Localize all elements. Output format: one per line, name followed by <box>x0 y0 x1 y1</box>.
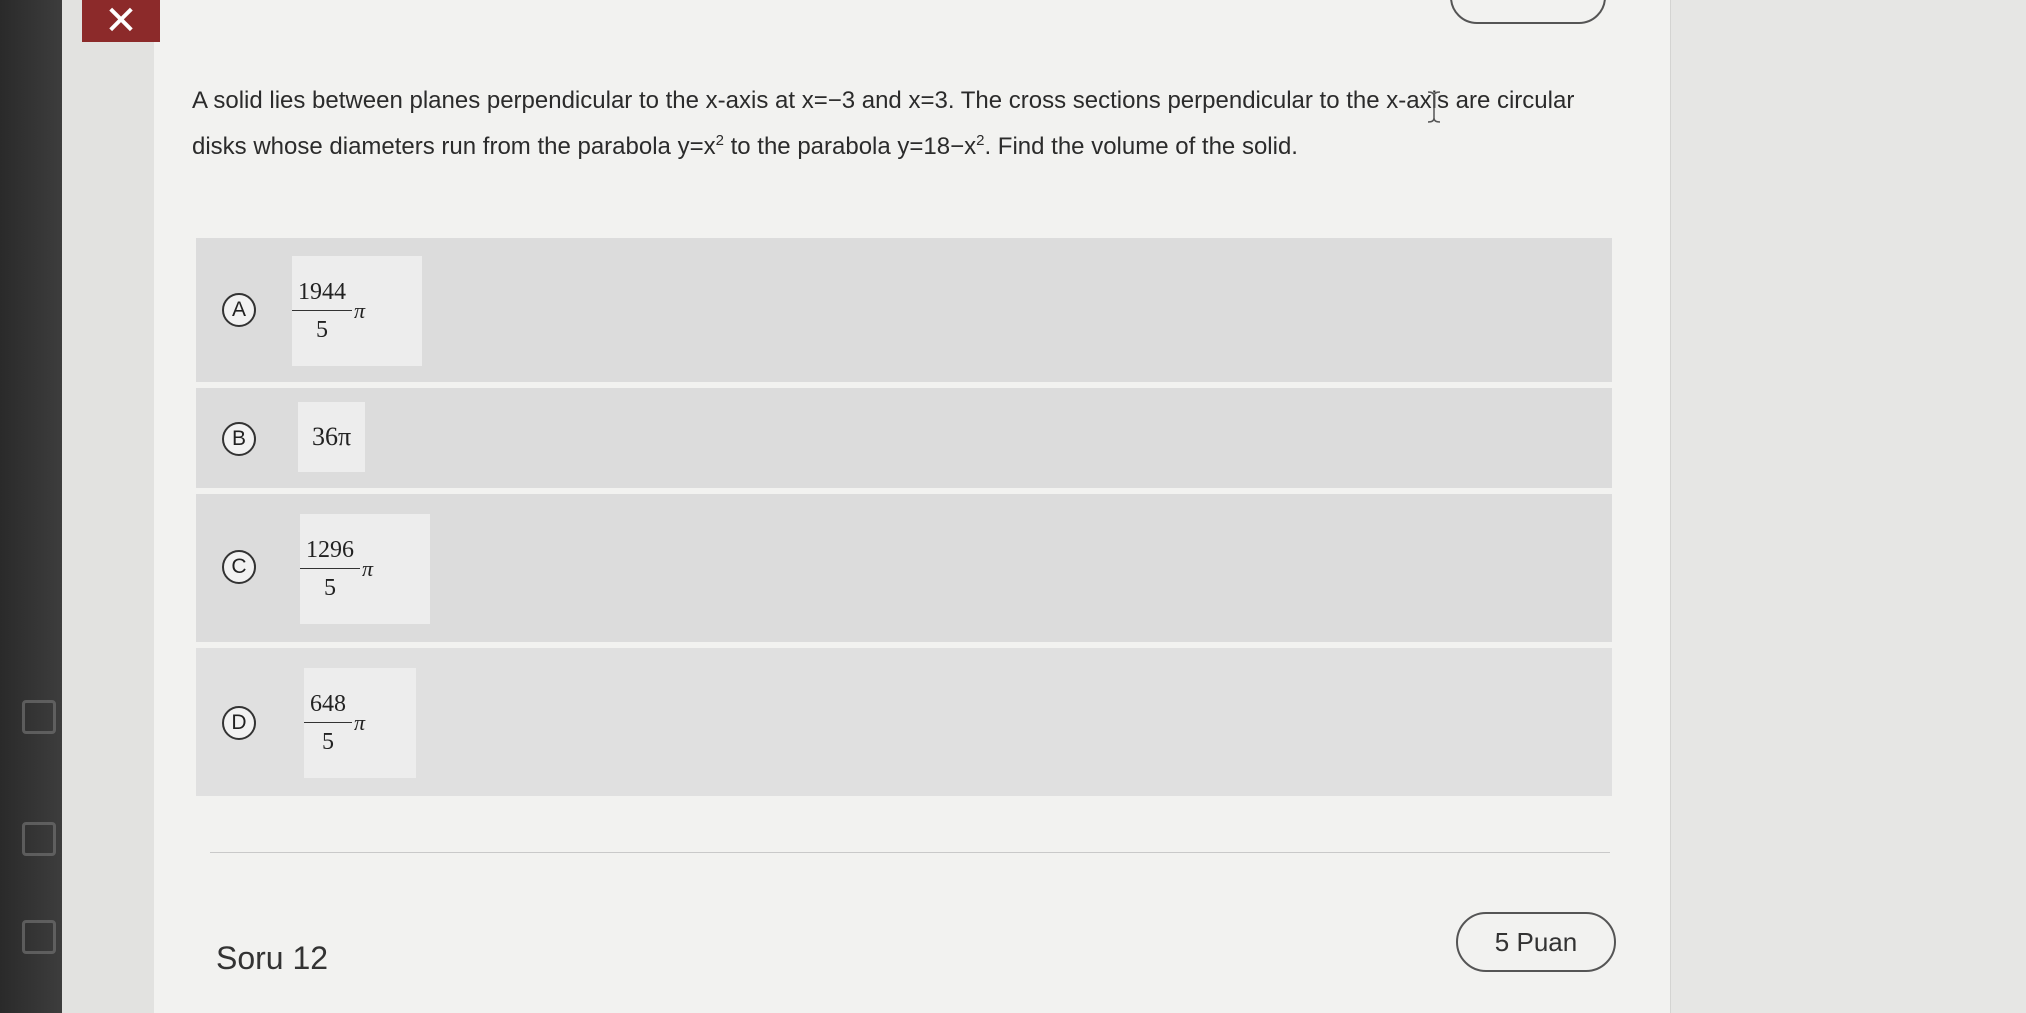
option-c-denominator: 5 <box>324 574 336 601</box>
exponent-1: 2 <box>715 132 724 149</box>
option-d-letter: D <box>222 706 256 740</box>
option-c[interactable]: C 1296 5 π <box>196 494 1612 642</box>
next-question-label: Soru 12 <box>216 940 329 976</box>
exponent-2: 2 <box>976 132 985 149</box>
option-d-fraction: 648 5 <box>304 691 352 756</box>
option-a-answer: 1944 5 π <box>292 256 422 366</box>
text-cursor-icon <box>1427 91 1441 123</box>
points-pill: 5 Puan <box>1456 912 1616 972</box>
option-b-value: 36π <box>312 422 352 451</box>
question-text-part3: . Find the volume of the solid. <box>984 133 1298 160</box>
option-d-numerator: 648 <box>304 691 352 723</box>
option-b[interactable]: B 36π <box>196 388 1612 488</box>
close-button[interactable]: ✕ <box>82 0 160 42</box>
answer-options: A 1944 5 π B 36π C 1296 5 π D 648 5 π <box>196 238 1612 802</box>
question-text-part2: to the parabola y=18−x <box>723 133 977 160</box>
option-d[interactable]: D 648 5 π <box>196 648 1612 796</box>
option-a-letter: A <box>222 293 256 327</box>
option-d-answer: 648 5 π <box>304 668 416 778</box>
list-icon[interactable] <box>22 920 56 954</box>
option-a-fraction: 1944 5 <box>292 279 352 344</box>
close-icon: ✕ <box>104 0 138 43</box>
previous-points-pill <box>1450 0 1606 24</box>
option-a-denominator: 5 <box>316 316 328 343</box>
left-sidebar <box>0 0 62 1013</box>
option-c-fraction: 1296 5 <box>300 537 360 602</box>
option-c-letter: C <box>222 550 256 584</box>
option-d-pi: π <box>354 710 366 735</box>
option-c-numerator: 1296 <box>300 537 360 569</box>
calendar-icon[interactable] <box>22 700 56 734</box>
left-gutter <box>62 0 154 1013</box>
right-panel <box>1670 0 2026 1013</box>
question-text: A solid lies between planes perpendicula… <box>192 78 1622 170</box>
option-a-pi: π <box>354 298 366 323</box>
flag-icon[interactable] <box>22 822 56 856</box>
option-a-numerator: 1944 <box>292 279 352 311</box>
option-b-letter: B <box>222 422 256 456</box>
section-divider <box>210 852 1610 853</box>
option-c-pi: π <box>362 556 374 581</box>
option-d-denominator: 5 <box>322 728 334 755</box>
option-c-answer: 1296 5 π <box>300 514 430 624</box>
option-b-answer: 36π <box>298 402 366 472</box>
option-a[interactable]: A 1944 5 π <box>196 238 1612 382</box>
